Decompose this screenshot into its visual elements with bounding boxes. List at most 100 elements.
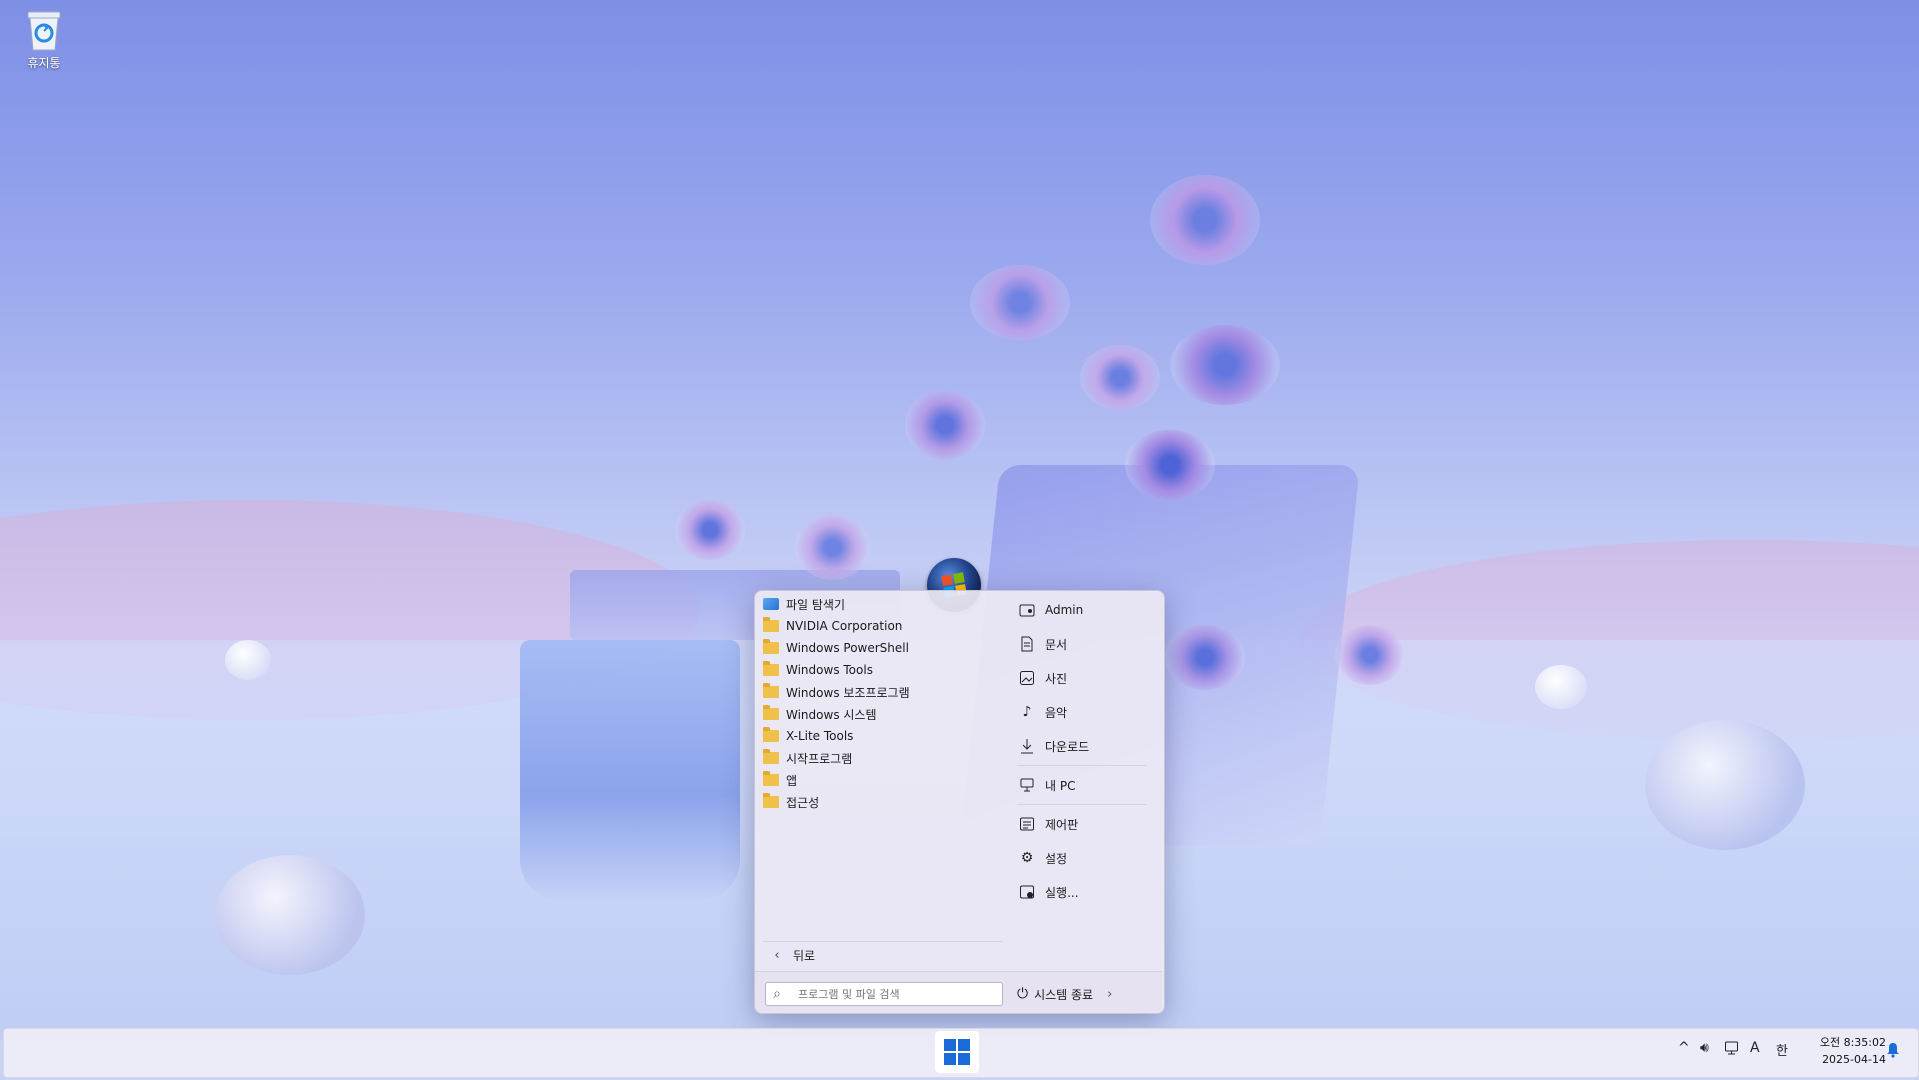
program-item-nvidia-corporation[interactable]: NVIDIA Corporation: [763, 615, 1003, 637]
program-item-windows-powershell[interactable]: Windows PowerShell: [763, 637, 1003, 659]
program-item-x-lite-tools[interactable]: X-Lite Tools: [763, 725, 1003, 747]
right-item-control-panel[interactable]: 제어판: [1017, 807, 1155, 841]
program-item-startup[interactable]: 시작프로그램: [763, 747, 1003, 769]
ime-icon[interactable]: 한: [1776, 1040, 1788, 1059]
background-flower: [1170, 325, 1280, 405]
program-item-label: 앱: [786, 773, 798, 788]
music-icon: ♪: [1022, 704, 1032, 720]
folder-icon: [763, 661, 779, 676]
program-item-apps[interactable]: 앱: [763, 769, 1003, 791]
background-flower: [1335, 625, 1405, 685]
chevron-left-icon: ‹: [774, 947, 780, 963]
program-item-label: 접근성: [786, 795, 820, 810]
program-item-file-explorer[interactable]: 파일 탐색기: [763, 593, 1003, 615]
background-sphere: [215, 855, 365, 975]
program-item-label: 시작프로그램: [786, 751, 853, 766]
start-button[interactable]: [935, 1031, 979, 1073]
desktop-icon-recycle-bin[interactable]: 휴지통: [14, 8, 74, 71]
right-item-label: 다운로드: [1045, 739, 1090, 754]
back-button[interactable]: ‹ 뒤로: [763, 941, 1003, 968]
gear-icon: ⚙: [1020, 850, 1034, 866]
download-icon: [1017, 736, 1037, 756]
right-item-label: Admin: [1045, 603, 1084, 617]
run-icon: [1017, 882, 1037, 902]
right-item-label: 실행...: [1045, 885, 1079, 900]
right-item-run[interactable]: 실행...: [1017, 875, 1155, 909]
divider: [1017, 765, 1147, 766]
program-list: 파일 탐색기 NVIDIA Corporation Windows PowerS…: [763, 593, 1003, 813]
right-item-music[interactable]: ♪ 음악: [1017, 695, 1155, 729]
computer-icon: [1017, 775, 1037, 795]
folder-icon: [763, 749, 779, 764]
file-explorer-icon: [763, 598, 779, 610]
user-folder-icon: [1017, 600, 1037, 620]
back-label: 뒤로: [793, 948, 816, 963]
right-item-this-pc[interactable]: 내 PC: [1017, 768, 1155, 802]
program-item-windows-accessories[interactable]: Windows 보조프로그램: [763, 681, 1003, 703]
folder-icon: [763, 793, 779, 808]
background-flower: [1150, 175, 1260, 265]
folder-icon: [763, 683, 779, 698]
control-panel-icon: [1017, 814, 1037, 834]
background-flower: [905, 390, 985, 460]
power-icon: ⏻: [1017, 986, 1029, 1002]
background-sphere: [225, 640, 271, 680]
program-item-label: 파일 탐색기: [786, 597, 846, 612]
chevron-up-icon[interactable]: ^: [1678, 1040, 1690, 1056]
clock-time: 오전 8:35:02: [1819, 1036, 1886, 1049]
program-item-label: Windows 시스템: [786, 707, 877, 722]
document-icon: [1017, 634, 1037, 654]
start-menu: 파일 탐색기 NVIDIA Corporation Windows PowerS…: [754, 590, 1165, 1014]
program-item-label: Windows Tools: [786, 663, 873, 677]
background-sphere: [1645, 720, 1805, 850]
folder-icon: [763, 771, 779, 786]
font-icon[interactable]: A: [1750, 1040, 1760, 1056]
chevron-right-icon[interactable]: ›: [1107, 987, 1112, 1002]
background-sculpture: [520, 640, 740, 900]
right-item-settings[interactable]: ⚙ 설정: [1017, 841, 1155, 875]
recycle-bin-icon: [25, 8, 63, 52]
picture-icon: [1017, 668, 1037, 688]
program-item-label: Windows PowerShell: [786, 641, 909, 655]
search-icon: ⌕: [773, 986, 781, 1002]
right-item-downloads[interactable]: 다운로드: [1017, 729, 1155, 763]
right-item-label: 내 PC: [1045, 778, 1076, 793]
folder-icon: [763, 617, 779, 632]
background-flower: [1165, 625, 1245, 690]
folder-icon: [763, 639, 779, 654]
search-input[interactable]: [788, 986, 990, 1002]
program-item-accessibility[interactable]: 접근성: [763, 791, 1003, 813]
windows-logo-icon: [944, 1039, 970, 1065]
right-item-label: 설정: [1045, 851, 1068, 866]
volume-icon[interactable]: 🔊︎: [1700, 1040, 1709, 1056]
desktop-icon-label: 휴지통: [27, 56, 61, 70]
divider: [1017, 804, 1147, 805]
clock[interactable]: 오전 8:35:02 2025-04-14: [1806, 1034, 1886, 1068]
right-item-label: 음악: [1045, 705, 1068, 720]
shutdown-button[interactable]: ⏻ 시스템 종료 ›: [1017, 983, 1112, 1005]
shutdown-label: 시스템 종료: [1034, 987, 1094, 1002]
program-item-label: X-Lite Tools: [786, 729, 854, 743]
background-flower: [970, 265, 1070, 340]
background-flower: [795, 515, 870, 580]
background-sphere: [1535, 665, 1587, 709]
right-item-admin[interactable]: Admin: [1017, 593, 1155, 627]
program-item-label: Windows 보조프로그램: [786, 685, 910, 700]
network-icon[interactable]: [1724, 1040, 1740, 1060]
folder-icon: [763, 727, 779, 742]
right-item-pictures[interactable]: 사진: [1017, 661, 1155, 695]
program-item-label: NVIDIA Corporation: [786, 619, 903, 633]
program-item-windows-system[interactable]: Windows 시스템: [763, 703, 1003, 725]
notification-bell-icon[interactable]: [1886, 1042, 1900, 1062]
background-flower: [1125, 430, 1215, 500]
clock-date: 2025-04-14: [1822, 1053, 1886, 1066]
right-item-label: 사진: [1045, 671, 1068, 686]
program-item-windows-tools[interactable]: Windows Tools: [763, 659, 1003, 681]
start-menu-right-pane: Admin 문서 사진 ♪ 음악 다운로드 내 PC 제어판 ⚙ 설정 실행..…: [1017, 593, 1155, 909]
right-item-documents[interactable]: 문서: [1017, 627, 1155, 661]
search-box[interactable]: ⌕: [765, 982, 1003, 1006]
background-flower: [675, 500, 745, 560]
right-item-label: 제어판: [1045, 817, 1079, 832]
background-flower: [1080, 345, 1160, 410]
right-item-label: 문서: [1045, 637, 1068, 652]
